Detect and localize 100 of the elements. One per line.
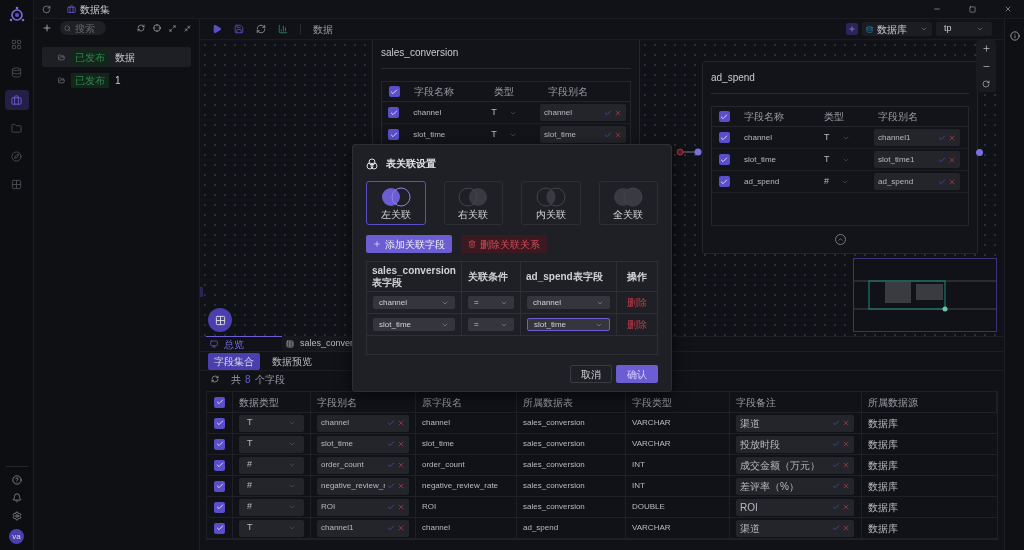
add-join-field-button[interactable]: 添加关联字段 <box>366 235 452 253</box>
confirm-icon[interactable] <box>832 524 840 532</box>
refresh-icon[interactable] <box>42 4 51 14</box>
alias-field[interactable]: channel <box>540 104 626 121</box>
close-icon[interactable] <box>842 524 850 532</box>
join-type-card[interactable]: 全关联 <box>598 181 658 225</box>
confirm-icon[interactable] <box>604 108 612 117</box>
close-icon[interactable] <box>614 130 622 139</box>
type-select[interactable]: T <box>239 414 304 432</box>
confirm-icon[interactable] <box>387 461 395 469</box>
join-type-card[interactable]: 内关联 <box>521 181 581 225</box>
crosshair-icon[interactable] <box>153 24 161 32</box>
field-select[interactable]: slot_time <box>373 318 455 331</box>
confirm-icon[interactable] <box>387 503 395 511</box>
type-select[interactable]: # <box>824 174 862 189</box>
checkbox[interactable] <box>214 480 225 492</box>
type-select[interactable]: # <box>239 477 304 495</box>
confirm-icon[interactable] <box>832 419 840 427</box>
confirm-icon[interactable] <box>832 482 840 490</box>
close-icon[interactable] <box>842 482 850 490</box>
dataset-item[interactable]: 已发布 1 <box>42 70 191 90</box>
confirm-icon[interactable] <box>938 177 946 186</box>
refresh-icon[interactable] <box>256 24 266 34</box>
close-icon[interactable] <box>397 461 405 469</box>
logo-icon[interactable] <box>7 6 26 24</box>
alias-field[interactable]: slot_time <box>317 435 409 453</box>
alias-field[interactable]: channel1 <box>874 129 960 146</box>
remark-field[interactable]: 投放时段 <box>736 435 854 453</box>
type-select[interactable]: T <box>239 435 304 453</box>
confirm-icon[interactable] <box>832 503 840 511</box>
checkbox[interactable] <box>214 438 225 450</box>
chart-icon[interactable] <box>278 24 288 34</box>
type-select[interactable]: T <box>491 105 528 120</box>
alias-field[interactable]: order_count <box>317 456 409 474</box>
alias-field[interactable]: channel <box>317 414 409 432</box>
checkbox[interactable] <box>718 154 730 165</box>
maximize-icon[interactable] <box>969 5 976 13</box>
type-select[interactable]: # <box>239 498 304 516</box>
alias-field[interactable]: channel1 <box>317 519 409 537</box>
confirm-icon[interactable] <box>938 133 946 142</box>
remark-field[interactable]: 差评率（%） <box>736 477 854 495</box>
alias-field[interactable]: ad_spend <box>874 173 960 190</box>
alias-field[interactable]: negative_review_r <box>317 477 409 495</box>
confirm-button[interactable]: 确认 <box>616 365 658 383</box>
add-icon[interactable] <box>42 23 52 33</box>
type-select[interactable]: T <box>824 130 862 145</box>
confirm-icon[interactable] <box>387 440 395 448</box>
remark-field[interactable]: ROI <box>736 498 854 516</box>
checkbox[interactable] <box>214 396 225 408</box>
condition-select[interactable]: = <box>468 296 514 309</box>
remark-field[interactable]: 渠道 <box>736 519 854 537</box>
search-field[interactable]: 搜索 <box>60 21 106 35</box>
close-icon[interactable] <box>842 461 850 469</box>
minimize-icon[interactable] <box>933 5 941 13</box>
user-avatar[interactable]: va <box>9 529 24 544</box>
help-icon[interactable] <box>11 475 22 485</box>
alias-field[interactable]: ROI <box>317 498 409 516</box>
refresh-icon[interactable] <box>211 375 219 383</box>
checkbox[interactable] <box>388 86 400 97</box>
expand-icon[interactable] <box>169 24 176 32</box>
collapse-icon[interactable] <box>184 24 191 32</box>
checkbox[interactable] <box>718 111 730 122</box>
alias-field[interactable]: slot_time1 <box>874 151 960 168</box>
confirm-icon[interactable] <box>832 440 840 448</box>
close-icon[interactable] <box>1004 5 1012 13</box>
datasource-select[interactable]: 数据库 <box>862 22 932 36</box>
field-select[interactable]: slot_time <box>527 318 610 331</box>
database-select[interactable]: tp <box>936 22 992 36</box>
cancel-button[interactable]: 取消 <box>570 365 612 383</box>
close-icon[interactable] <box>842 503 850 511</box>
close-icon[interactable] <box>948 177 956 186</box>
close-icon[interactable] <box>842 419 850 427</box>
save-icon[interactable] <box>234 24 244 34</box>
play-icon[interactable] <box>212 24 222 34</box>
alias-field[interactable]: slot_time <box>540 126 626 143</box>
checkbox[interactable] <box>718 132 730 143</box>
confirm-icon[interactable] <box>387 524 395 532</box>
checkbox[interactable] <box>214 459 225 471</box>
close-icon[interactable] <box>397 440 405 448</box>
checkbox[interactable] <box>388 129 400 140</box>
type-select[interactable]: # <box>239 456 304 474</box>
dataset-item[interactable]: 已发布 数据 <box>42 47 191 67</box>
type-select[interactable]: T <box>239 519 304 537</box>
zoom-in-icon[interactable] <box>981 44 991 54</box>
checkbox[interactable] <box>214 417 225 429</box>
join-type-card[interactable]: 左关联 <box>366 181 426 225</box>
add-button[interactable] <box>846 23 858 35</box>
checkbox[interactable] <box>214 522 225 534</box>
minimap[interactable] <box>853 258 997 332</box>
checkbox[interactable] <box>388 107 400 118</box>
delete-join-button[interactable]: 删除关联关系 <box>461 235 547 253</box>
close-icon[interactable] <box>397 419 405 427</box>
confirm-icon[interactable] <box>387 482 395 490</box>
table-node[interactable]: ad_spend 字段名称 类型 字段别名 channel T channel1 slot_time T slot_time1 ad_spend # ad_spend <box>702 61 978 254</box>
type-select[interactable]: T <box>824 152 862 167</box>
join-type-card[interactable]: 右关联 <box>443 181 503 225</box>
close-icon[interactable] <box>397 524 405 532</box>
confirm-icon[interactable] <box>387 419 395 427</box>
close-icon[interactable] <box>948 133 956 142</box>
sidebar-item[interactable] <box>4 90 29 110</box>
